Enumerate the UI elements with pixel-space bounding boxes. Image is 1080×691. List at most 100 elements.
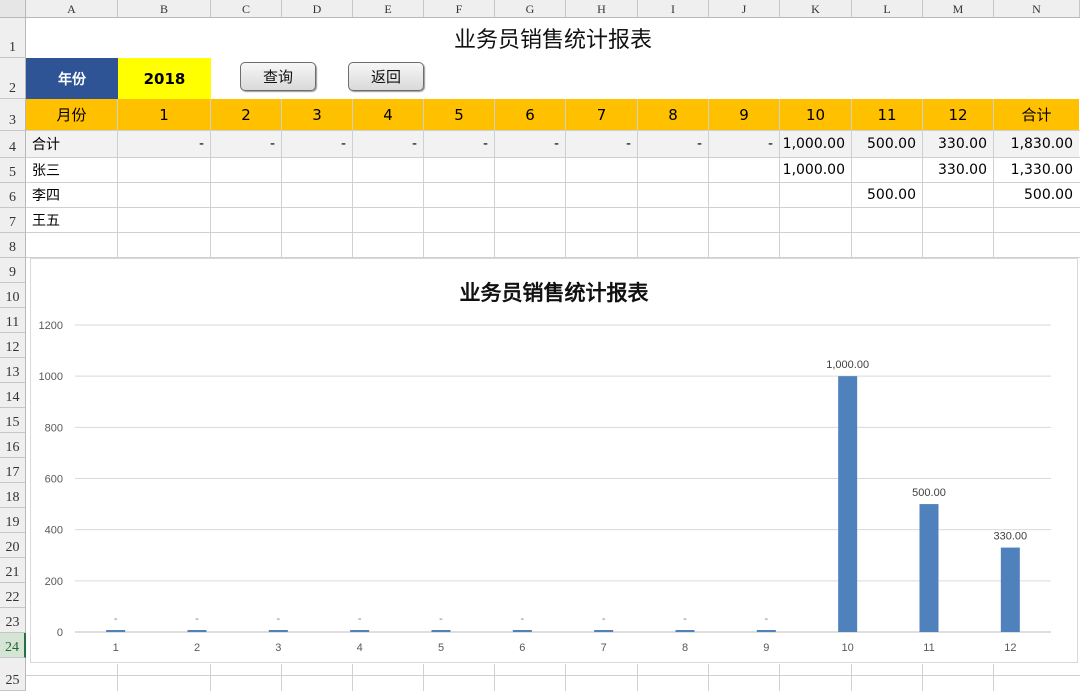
table-cell[interactable]: - — [566, 131, 637, 157]
table-cell[interactable]: - — [424, 131, 494, 157]
table-header-cell[interactable]: 3 — [282, 99, 352, 130]
row-header-15[interactable]: 15 — [0, 408, 26, 433]
table-cell[interactable]: 1,330.00 — [994, 158, 1079, 182]
table-row-name[interactable]: 合计 — [26, 131, 117, 157]
table-cell[interactable] — [424, 158, 494, 182]
table-row-name[interactable]: 王五 — [26, 208, 117, 232]
table-header-cell[interactable]: 8 — [638, 99, 708, 130]
row-header-10[interactable]: 10 — [0, 283, 26, 308]
table-header-cell[interactable]: 11 — [852, 99, 922, 130]
table-cell[interactable]: 330.00 — [923, 131, 993, 157]
row-header-3[interactable]: 3 — [0, 99, 26, 131]
table-cell[interactable]: - — [118, 131, 210, 157]
table-cell[interactable] — [780, 208, 851, 232]
column-header-b[interactable]: B — [118, 0, 211, 18]
table-cell[interactable] — [211, 183, 281, 207]
table-cell[interactable]: 1,830.00 — [994, 131, 1079, 157]
row-header-20[interactable]: 20 — [0, 533, 26, 558]
table-cell[interactable] — [211, 208, 281, 232]
column-header-e[interactable]: E — [353, 0, 424, 18]
table-cell[interactable] — [495, 183, 565, 207]
table-cell[interactable] — [994, 208, 1079, 232]
table-cell[interactable]: 500.00 — [994, 183, 1079, 207]
table-row-name[interactable]: 李四 — [26, 183, 117, 207]
column-header-h[interactable]: H — [566, 0, 638, 18]
column-header-g[interactable]: G — [495, 0, 566, 18]
row-header-18[interactable]: 18 — [0, 483, 26, 508]
table-header-cell[interactable]: 4 — [353, 99, 423, 130]
table-cell[interactable] — [709, 183, 779, 207]
column-header-k[interactable]: K — [780, 0, 852, 18]
row-header-11[interactable]: 11 — [0, 308, 26, 333]
table-cell[interactable]: - — [353, 131, 423, 157]
table-cell[interactable] — [852, 158, 922, 182]
row-header-1[interactable]: 1 — [0, 18, 26, 58]
column-header-l[interactable]: L — [852, 0, 923, 18]
table-header-cell[interactable]: 6 — [495, 99, 565, 130]
column-header-f[interactable]: F — [424, 0, 495, 18]
row-header-4[interactable]: 4 — [0, 131, 26, 158]
row-header-14[interactable]: 14 — [0, 383, 26, 408]
table-header-cell[interactable]: 12 — [923, 99, 993, 130]
table-cell[interactable]: 1,000.00 — [780, 158, 851, 182]
row-header-19[interactable]: 19 — [0, 508, 26, 533]
table-cell[interactable] — [566, 183, 637, 207]
table-cell[interactable] — [118, 158, 210, 182]
table-header-cell[interactable]: 5 — [424, 99, 494, 130]
table-cell[interactable] — [424, 208, 494, 232]
table-header-cell[interactable]: 7 — [566, 99, 637, 130]
table-header-cell[interactable]: 10 — [780, 99, 851, 130]
table-cell[interactable]: - — [495, 131, 565, 157]
back-button[interactable]: 返回 — [348, 62, 424, 91]
row-header-21[interactable]: 21 — [0, 558, 26, 583]
table-cell[interactable] — [495, 158, 565, 182]
table-cell[interactable] — [852, 208, 922, 232]
table-cell[interactable] — [282, 158, 352, 182]
table-cell[interactable] — [923, 208, 993, 232]
row-header-22[interactable]: 22 — [0, 583, 26, 608]
table-cell[interactable] — [353, 208, 423, 232]
table-cell[interactable] — [495, 208, 565, 232]
row-header-23[interactable]: 23 — [0, 608, 26, 633]
table-cell[interactable] — [353, 158, 423, 182]
column-header-a[interactable]: A — [26, 0, 118, 18]
row-header-2[interactable]: 2 — [0, 58, 26, 99]
table-cell[interactable] — [282, 208, 352, 232]
table-cell[interactable] — [638, 158, 708, 182]
table-cell[interactable] — [282, 183, 352, 207]
row-header-6[interactable]: 6 — [0, 183, 26, 208]
select-all-corner[interactable] — [0, 0, 26, 18]
year-input[interactable]: 2018 — [118, 58, 211, 99]
row-header-13[interactable]: 13 — [0, 358, 26, 383]
query-button[interactable]: 查询 — [240, 62, 316, 91]
table-cell[interactable]: 330.00 — [923, 158, 993, 182]
table-cell[interactable] — [353, 183, 423, 207]
table-cell[interactable] — [566, 158, 637, 182]
row-header-9[interactable]: 9 — [0, 258, 26, 283]
table-cell[interactable] — [118, 183, 210, 207]
column-header-m[interactable]: M — [923, 0, 994, 18]
column-header-d[interactable]: D — [282, 0, 353, 18]
table-cell[interactable]: - — [709, 131, 779, 157]
table-row-name[interactable]: 张三 — [26, 158, 117, 182]
column-header-i[interactable]: I — [638, 0, 709, 18]
row-header-17[interactable]: 17 — [0, 458, 26, 483]
table-cell[interactable] — [118, 208, 210, 232]
table-cell[interactable]: 1,000.00 — [780, 131, 851, 157]
table-cell[interactable] — [424, 183, 494, 207]
table-header-cell[interactable]: 月份 — [26, 99, 117, 130]
column-header-c[interactable]: C — [211, 0, 282, 18]
row-header-24[interactable]: 24 — [0, 633, 26, 658]
row-header-25[interactable]: 25 — [0, 658, 26, 691]
table-cell[interactable] — [211, 158, 281, 182]
table-cell[interactable] — [709, 158, 779, 182]
table-header-cell[interactable]: 9 — [709, 99, 779, 130]
column-header-j[interactable]: J — [709, 0, 780, 18]
table-header-cell[interactable]: 合计 — [994, 99, 1079, 130]
row-header-7[interactable]: 7 — [0, 208, 26, 233]
table-cell[interactable]: 500.00 — [852, 131, 922, 157]
table-cell[interactable] — [638, 208, 708, 232]
column-header-n[interactable]: N — [994, 0, 1080, 18]
row-header-8[interactable]: 8 — [0, 233, 26, 258]
sales-chart[interactable]: 业务员销售统计报表 0 200 400 600 800 1000 1200 1-2-3-4-5… — [30, 258, 1078, 663]
